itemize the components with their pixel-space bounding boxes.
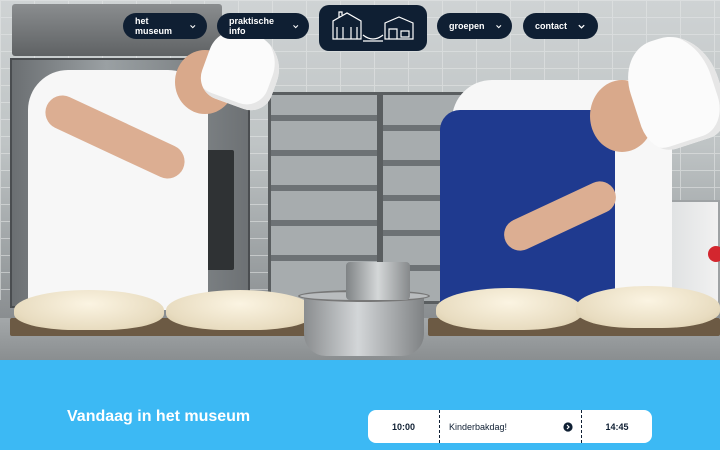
chevron-down-icon [578,24,585,29]
bread-dough [14,290,164,330]
museum-logo-icon [332,11,414,42]
nav-contact[interactable]: contact [523,13,598,39]
today-title: Vandaag in het museum [67,408,251,425]
chevron-down-icon [190,24,196,28]
chevron-down-icon [495,24,501,28]
nav-het-museum[interactable]: het museum [123,13,207,39]
agenda-item[interactable]: 10:00 Kinderbakdag! 14:45 [368,410,652,443]
chevron-down-icon [292,24,298,28]
start-time: 10:00 [391,421,416,432]
nav-label: contact [535,21,568,31]
bread-dough [436,288,582,330]
metal-cup [346,262,410,300]
nav-groepen[interactable]: groepen [437,13,512,39]
chevron-right-circle-icon[interactable] [563,421,573,432]
bread-dough [576,286,720,328]
hero-photo [0,0,720,360]
event-title: Kinderbakdag! [449,421,508,432]
nav-praktische-info[interactable]: praktische info [217,13,309,39]
bread-dough [166,290,314,330]
nav-label: groepen [449,21,485,31]
museum-logo[interactable] [319,5,427,51]
nav-label: praktische info [229,16,275,36]
end-time: 14:45 [605,421,629,432]
metal-bowl [304,294,424,356]
event-cell[interactable]: Kinderbakdag! [440,410,581,443]
nav-label: het museum [135,16,173,36]
